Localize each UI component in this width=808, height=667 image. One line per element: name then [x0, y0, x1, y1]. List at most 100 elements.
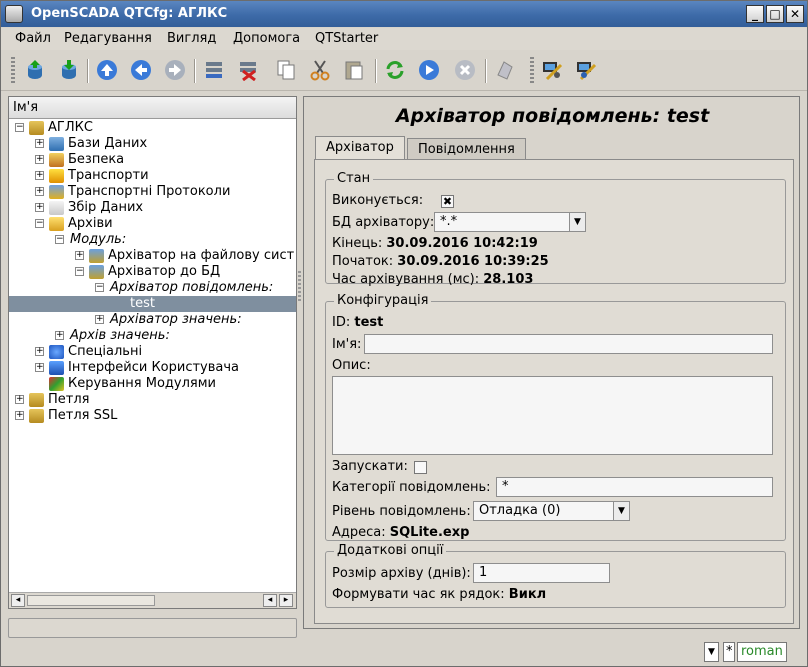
tree-item[interactable]: + Архіватор значень: — [9, 312, 296, 328]
menu-help[interactable]: Допомога — [233, 31, 300, 46]
db-select-value: *.* — [440, 214, 458, 229]
scroll-right-button[interactable]: ▸ — [279, 594, 293, 607]
expand-icon[interactable]: + — [35, 187, 44, 196]
menu-view[interactable]: Вигляд — [167, 31, 216, 46]
tree-item[interactable]: + Петля — [9, 392, 296, 408]
db-save-icon — [62, 60, 76, 79]
expand-icon[interactable]: + — [35, 139, 44, 148]
expand-icon[interactable]: + — [55, 331, 64, 340]
stop-button[interactable] — [451, 56, 479, 84]
toolbar-grip[interactable] — [11, 57, 15, 83]
info-button[interactable] — [491, 56, 519, 84]
start-checkbox[interactable] — [414, 461, 427, 474]
collapse-icon[interactable]: − — [55, 235, 64, 244]
module-a-button[interactable] — [538, 56, 566, 84]
scroll-left-button[interactable]: ◂ — [11, 594, 25, 607]
close-button[interactable]: ✕ — [786, 5, 804, 23]
collapse-icon[interactable]: − — [95, 283, 104, 292]
scroll-thumb[interactable] — [27, 595, 155, 606]
minimize-button[interactable]: _ — [746, 5, 764, 23]
up-button[interactable] — [93, 56, 121, 84]
tree-item[interactable]: + Архіватор на файлову сист — [9, 248, 296, 264]
delete-item-button[interactable] — [234, 56, 262, 84]
time-as-string-field: Формувати час як рядок: Викл — [332, 587, 546, 602]
db-load-button[interactable] — [21, 56, 49, 84]
refresh-button[interactable] — [381, 56, 409, 84]
tree-header-name[interactable]: Ім'я — [9, 97, 296, 119]
expand-icon[interactable]: + — [15, 411, 24, 420]
scroll-left-button-2[interactable]: ◂ — [263, 594, 277, 607]
tab-archiver[interactable]: Архіватор — [315, 136, 405, 160]
categories-input[interactable]: * — [496, 477, 773, 497]
horizontal-scrollbar[interactable]: ◂ ◂ ▸ — [9, 592, 296, 608]
tree-item[interactable]: − Архіватор до БД — [9, 264, 296, 280]
app-icon[interactable] — [5, 5, 23, 23]
copy-button[interactable] — [272, 56, 300, 84]
collapse-icon[interactable]: − — [15, 123, 24, 132]
status-dropdown[interactable]: ▼ — [704, 642, 719, 662]
expand-icon[interactable]: + — [35, 203, 44, 212]
back-button[interactable] — [127, 56, 155, 84]
paste-icon — [345, 61, 363, 80]
add-item-button[interactable] — [200, 56, 228, 84]
tree-item[interactable]: + Транспорти — [9, 168, 296, 184]
forward-icon — [165, 60, 185, 80]
end-field: Кінець: 30.09.2016 10:42:19 — [332, 236, 538, 251]
tree-item-label: Архіватор до БД — [108, 264, 221, 279]
name-input[interactable] — [364, 334, 773, 354]
paste-button[interactable] — [340, 56, 368, 84]
tree-item[interactable]: + Збір Даних — [9, 200, 296, 216]
start-button[interactable] — [415, 56, 443, 84]
cut-button[interactable] — [306, 56, 334, 84]
user-name[interactable]: roman — [737, 642, 787, 662]
tree-view[interactable]: − АГЛКС + Бази Даних + Безпека + Транспорти + Тра… — [9, 119, 296, 593]
description-textarea[interactable] — [332, 376, 773, 455]
archiving-time-value: 28.103 — [483, 272, 534, 287]
tree-item-label: Архіватор значень: — [110, 312, 242, 327]
state-group: Стан Виконується: ✖ БД архіватору: *.* ▼… — [325, 171, 786, 287]
collapse-icon[interactable]: − — [75, 267, 84, 276]
running-checkbox[interactable]: ✖ — [441, 195, 454, 208]
menu-file[interactable]: Файл — [15, 31, 51, 46]
tree-item[interactable]: + Спеціальні — [9, 344, 296, 360]
expand-icon[interactable]: + — [35, 155, 44, 164]
tree-item[interactable]: test — [9, 296, 296, 312]
expand-icon[interactable]: + — [35, 171, 44, 180]
tree-item[interactable]: − АГЛКС — [9, 120, 296, 136]
level-label: Рівень повідомлень: — [332, 504, 471, 519]
security-icon — [49, 153, 64, 167]
menu-bar: Файл Редагування Вигляд Допомога QTStart… — [1, 28, 807, 50]
maximize-button[interactable]: □ — [766, 5, 784, 23]
level-select[interactable]: Отладка (0) ▼ — [473, 501, 630, 521]
tree-item[interactable]: + Безпека — [9, 152, 296, 168]
expand-icon[interactable]: + — [35, 347, 44, 356]
collapse-icon[interactable]: − — [35, 219, 44, 228]
tree-item[interactable]: − Модуль: — [9, 232, 296, 248]
tree-item[interactable]: − Архіватор повідомлень: — [9, 280, 296, 296]
forward-button[interactable] — [161, 56, 189, 84]
end-label: Кінець: — [332, 236, 383, 251]
menu-edit[interactable]: Редагування — [64, 31, 152, 46]
tree-item[interactable]: + Транспортні Протоколи — [9, 184, 296, 200]
expand-icon[interactable]: + — [15, 395, 24, 404]
tree-item[interactable]: + Архів значень: — [9, 328, 296, 344]
tree-item[interactable]: − Архіви — [9, 216, 296, 232]
archive-size-label: Розмір архіву (днів): — [332, 566, 471, 581]
panel-splitter[interactable] — [298, 271, 301, 301]
main-window: OpenSCADA QTCfg: АГЛКС _ □ ✕ Файл Редагу… — [0, 0, 808, 667]
toolbar-grip[interactable] — [530, 57, 534, 83]
expand-icon[interactable]: + — [35, 363, 44, 372]
tree-item[interactable]: + Петля SSL — [9, 408, 296, 424]
expand-icon[interactable]: + — [75, 251, 84, 260]
module-b-button[interactable] — [572, 56, 600, 84]
tab-messages[interactable]: Повідомлення — [407, 138, 526, 160]
archive-size-input[interactable]: 1 — [473, 563, 610, 583]
tree-item[interactable]: + Бази Даних — [9, 136, 296, 152]
tree-item-label: Архів значень: — [70, 328, 170, 343]
db-save-button[interactable] — [55, 56, 83, 84]
tree-item[interactable]: Керування Модулями — [9, 376, 296, 392]
db-select[interactable]: *.* ▼ — [434, 212, 586, 232]
expand-icon[interactable]: + — [95, 315, 104, 324]
menu-qtstarter[interactable]: QTStarter — [315, 31, 378, 46]
tree-item[interactable]: + Інтерфейси Користувача — [9, 360, 296, 376]
